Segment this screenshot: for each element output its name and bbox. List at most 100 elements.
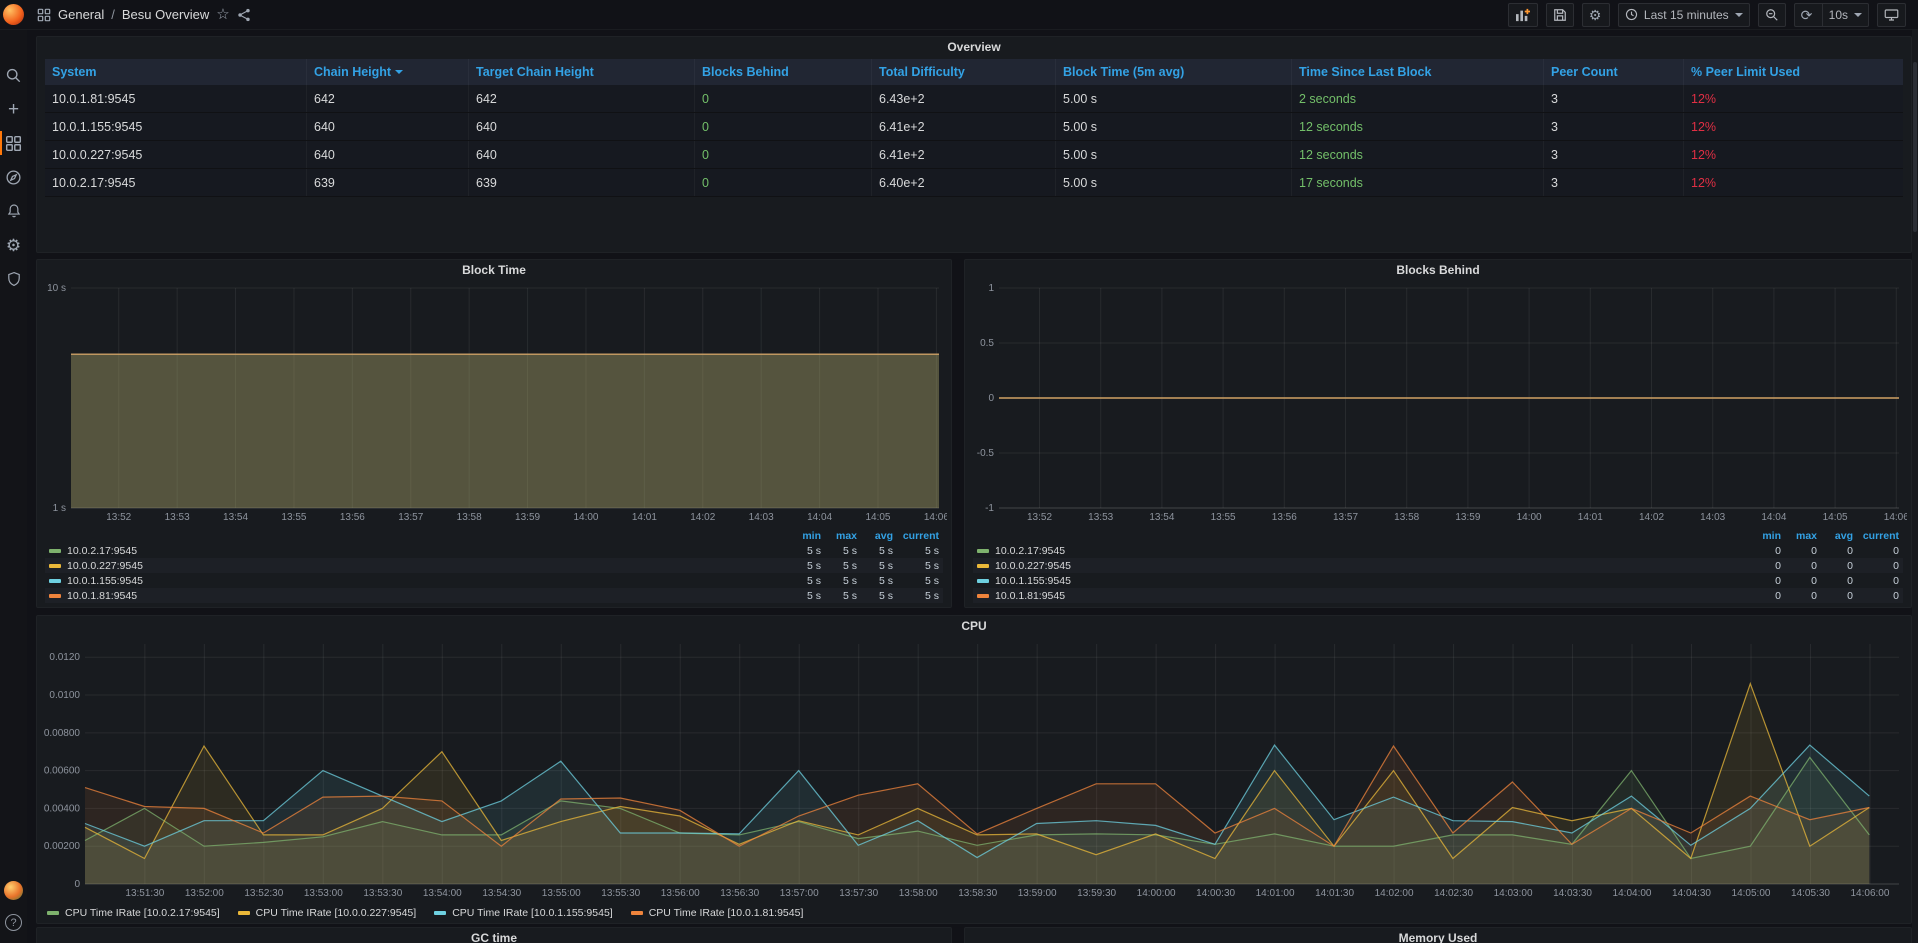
- sidebar-item-search[interactable]: [0, 58, 27, 92]
- refresh-interval-picker[interactable]: 10s: [1822, 3, 1869, 27]
- help-icon[interactable]: ?: [5, 914, 22, 931]
- column-header[interactable]: Chain Height: [307, 59, 469, 85]
- series-label[interactable]: 10.0.1.155:9545: [995, 575, 1071, 587]
- legend-row: 10.0.1.81:95450000: [973, 588, 1903, 603]
- sidebar-item-dashboards[interactable]: [0, 126, 27, 160]
- legend-item[interactable]: CPU Time IRate [10.0.2.17:9545]: [47, 907, 220, 919]
- legend-item[interactable]: CPU Time IRate [10.0.1.155:9545]: [434, 907, 613, 919]
- legend-column-min[interactable]: min: [1745, 530, 1781, 542]
- cpu-chart[interactable]: 0.01200.01000.008000.006000.004000.00200…: [41, 638, 1907, 900]
- svg-text:14:01: 14:01: [632, 512, 657, 523]
- panel-title-block-time[interactable]: Block Time: [37, 260, 951, 280]
- panel-title-gc-time[interactable]: GC time: [37, 928, 951, 943]
- column-header[interactable]: % Peer Limit Used: [1684, 59, 1903, 85]
- panel-cpu: CPU 0.01200.01000.008000.006000.004000.0…: [36, 615, 1912, 924]
- svg-text:13:54:00: 13:54:00: [423, 888, 462, 899]
- table-row: 10.0.1.81:954564264206.43e+25.00 s2 seco…: [45, 85, 1903, 113]
- legend-row: 10.0.1.81:95455 s5 s5 s5 s: [45, 588, 943, 603]
- series-label[interactable]: 10.0.1.155:9545: [67, 575, 143, 587]
- column-header[interactable]: Peer Count: [1544, 59, 1684, 85]
- svg-text:-0.5: -0.5: [977, 448, 995, 459]
- legend-column-avg[interactable]: avg: [857, 530, 893, 542]
- legend-value: 5 s: [785, 590, 821, 602]
- series-label[interactable]: 10.0.2.17:9545: [995, 545, 1065, 557]
- legend-item[interactable]: CPU Time IRate [10.0.0.227:9545]: [238, 907, 417, 919]
- legend-item[interactable]: CPU Time IRate [10.0.1.81:9545]: [631, 907, 804, 919]
- svg-text:0.00800: 0.00800: [44, 728, 81, 739]
- zoom-out-time-button[interactable]: [1758, 3, 1786, 27]
- grafana-logo[interactable]: [0, 0, 27, 30]
- breadcrumb-section[interactable]: General: [58, 7, 104, 22]
- column-header[interactable]: Target Chain Height: [469, 59, 695, 85]
- time-range-picker[interactable]: Last 15 minutes: [1618, 3, 1750, 27]
- legend-column-current[interactable]: current: [893, 530, 943, 542]
- sidebar-item-create[interactable]: +: [0, 92, 27, 126]
- panel-title-memory-used[interactable]: Memory Used: [965, 928, 1911, 943]
- refresh-button[interactable]: ⟳: [1794, 3, 1822, 27]
- series-swatch: [977, 579, 989, 583]
- table-cell-time_since_last_block: 12 seconds: [1292, 113, 1544, 140]
- series-label[interactable]: 10.0.0.227:9545: [67, 560, 143, 572]
- user-avatar[interactable]: [4, 881, 23, 900]
- panel-title-overview[interactable]: Overview: [37, 37, 1911, 57]
- svg-text:13:53:00: 13:53:00: [304, 888, 343, 899]
- table-row: 10.0.1.155:954564064006.41e+25.00 s12 se…: [45, 113, 1903, 141]
- column-header[interactable]: Time Since Last Block: [1292, 59, 1544, 85]
- legend-value: 0: [1745, 560, 1781, 572]
- table-cell-block_time: 5.00 s: [1056, 113, 1292, 140]
- table-cell-peer_count: 3: [1544, 85, 1684, 112]
- dashboard-settings-button[interactable]: ⚙: [1582, 3, 1610, 27]
- column-header[interactable]: System: [45, 59, 307, 85]
- legend-value: 5 s: [857, 575, 893, 587]
- column-header[interactable]: Blocks Behind: [695, 59, 872, 85]
- legend-column-avg[interactable]: avg: [1817, 530, 1853, 542]
- block-time-legend: minmaxavgcurrent10.0.2.17:95455 s5 s5 s5…: [45, 528, 943, 603]
- series-label[interactable]: 10.0.2.17:9545: [67, 545, 137, 557]
- sidebar-item-explore[interactable]: [0, 160, 27, 194]
- svg-text:13:52:00: 13:52:00: [185, 888, 224, 899]
- cycle-view-mode-button[interactable]: [1877, 3, 1906, 27]
- breadcrumb-dashboard-title[interactable]: Besu Overview: [122, 7, 209, 22]
- legend-column-max[interactable]: max: [821, 530, 857, 542]
- legend-column-min[interactable]: min: [785, 530, 821, 542]
- svg-text:-1: -1: [985, 503, 994, 514]
- series-label[interactable]: 10.0.1.81:9545: [67, 590, 137, 602]
- svg-text:13:59:00: 13:59:00: [1018, 888, 1057, 899]
- svg-text:13:55: 13:55: [281, 512, 306, 523]
- svg-text:13:58:30: 13:58:30: [958, 888, 997, 899]
- table-cell-blocks_behind: 0: [695, 85, 872, 112]
- table-cell-chain_height: 642: [307, 85, 469, 112]
- panel-title-cpu[interactable]: CPU: [37, 616, 1911, 636]
- series-swatch: [977, 564, 989, 568]
- time-range-label: Last 15 minutes: [1644, 8, 1729, 22]
- add-panel-button[interactable]: [1508, 3, 1538, 27]
- block-time-chart[interactable]: 10 s1 s13:5213:5313:5413:5513:5613:5713:…: [41, 282, 947, 524]
- sidebar-item-configuration[interactable]: ⚙: [0, 228, 27, 262]
- series-label[interactable]: 10.0.1.81:9545: [995, 590, 1065, 602]
- svg-text:0.0100: 0.0100: [49, 690, 80, 701]
- legend-value: 0: [1853, 575, 1903, 587]
- top-navbar: General / Besu Overview ☆: [0, 0, 1918, 30]
- legend-column-current[interactable]: current: [1853, 530, 1903, 542]
- legend-value: 0: [1817, 560, 1853, 572]
- scrollbar-track[interactable]: [1912, 30, 1918, 943]
- legend-column-max[interactable]: max: [1781, 530, 1817, 542]
- legend-value: 5 s: [821, 590, 857, 602]
- star-dashboard-icon[interactable]: ☆: [216, 7, 229, 22]
- svg-text:13:55:00: 13:55:00: [542, 888, 581, 899]
- sidebar-item-alerting[interactable]: [0, 194, 27, 228]
- svg-text:14:05:30: 14:05:30: [1791, 888, 1830, 899]
- legend-value: 0: [1781, 590, 1817, 602]
- scrollbar-thumb[interactable]: [1913, 62, 1917, 232]
- dashboard-grid: Overview SystemChain HeightTarget Chain …: [27, 30, 1918, 943]
- share-dashboard-icon[interactable]: [237, 8, 251, 22]
- column-header[interactable]: Block Time (5m avg): [1056, 59, 1292, 85]
- save-dashboard-button[interactable]: [1546, 3, 1574, 27]
- column-header[interactable]: Total Difficulty: [872, 59, 1056, 85]
- blocks-behind-chart[interactable]: 10.50-0.5-113:5213:5313:5413:5513:5613:5…: [969, 282, 1907, 524]
- series-label[interactable]: 10.0.0.227:9545: [995, 560, 1071, 572]
- panel-title-blocks-behind[interactable]: Blocks Behind: [965, 260, 1911, 280]
- sidebar-item-server-admin[interactable]: [0, 262, 27, 296]
- table-cell-system: 10.0.0.227:9545: [45, 141, 307, 168]
- svg-text:14:03: 14:03: [1700, 512, 1725, 523]
